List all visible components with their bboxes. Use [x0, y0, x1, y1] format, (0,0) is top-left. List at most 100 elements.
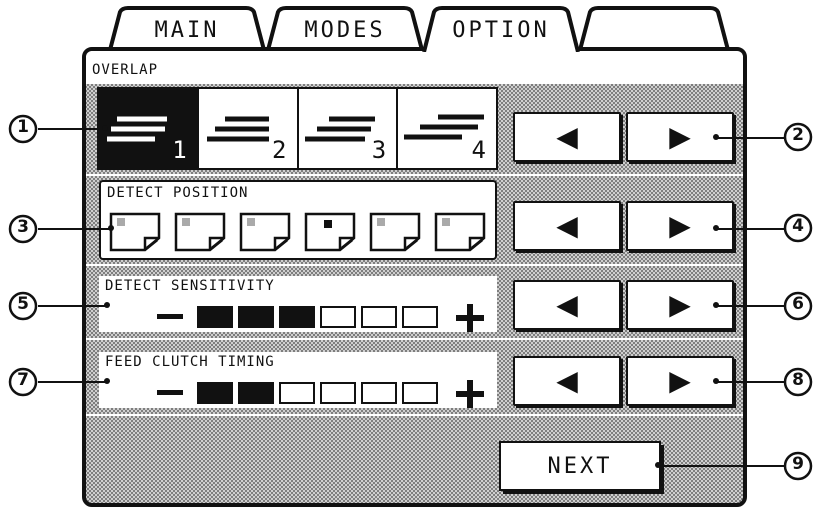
overlap-option-2[interactable]: 2: [198, 89, 299, 168]
detect-position-title: DETECT POSITION: [107, 185, 249, 201]
feed-clutch-timing-left-button[interactable]: ◀: [513, 356, 623, 408]
callout-2: 2: [783, 122, 813, 152]
left-arrow-icon: ◀: [556, 288, 578, 321]
overlap-header: [86, 51, 743, 84]
detect-sensitivity-title: DETECT SENSITIVITY: [105, 278, 275, 294]
plus-icon: [456, 380, 484, 408]
callout-leader-dot: [104, 378, 110, 384]
level-segment: [402, 306, 438, 328]
callout-leader: [38, 128, 106, 130]
callout-number: 4: [792, 216, 804, 236]
callout-leader-dot: [713, 134, 719, 140]
level-segment: [361, 382, 397, 404]
callout-leader-dot: [108, 225, 114, 231]
callout-9: 9: [783, 451, 813, 481]
overlap-option-number: 1: [172, 136, 187, 164]
detect-position-group: DETECT POSITION: [99, 180, 497, 260]
detect-position-option-4[interactable]: [304, 212, 356, 252]
level-segment: [197, 382, 233, 404]
tab-option[interactable]: OPTION: [420, 6, 582, 52]
page-corner-icon: [434, 212, 486, 252]
tab-option-label: OPTION: [452, 18, 550, 43]
detect-position-option-3[interactable]: [239, 212, 291, 252]
detect-position-option-6[interactable]: [434, 212, 486, 252]
level-segment: [279, 382, 315, 404]
callout-number: 2: [792, 125, 804, 145]
callout-leader-dot: [713, 378, 719, 384]
callout-3: 3: [8, 214, 38, 244]
plus-icon: [456, 304, 484, 332]
detect-position-option-1[interactable]: [109, 212, 161, 252]
callout-1: 1: [8, 114, 38, 144]
callout-leader-dot: [102, 125, 108, 131]
callout-number: 7: [17, 370, 29, 390]
tab-modes-label: MODES: [304, 18, 386, 43]
callout-leader: [716, 137, 784, 139]
callout-number: 1: [17, 117, 29, 137]
tab-main[interactable]: MAIN: [106, 6, 268, 50]
callout-leader-dot: [713, 302, 719, 308]
page-corner-icon: [304, 212, 356, 252]
callout-leader: [658, 465, 784, 467]
detect-position-option-2[interactable]: [174, 212, 226, 252]
detect-position-left-button[interactable]: ◀: [513, 201, 623, 253]
detect-sensitivity-group: DETECT SENSITIVITY: [99, 276, 497, 332]
separator: [86, 414, 743, 416]
level-segment: [320, 382, 356, 404]
next-button-label: NEXT: [547, 454, 613, 479]
tab-modes[interactable]: MODES: [264, 6, 426, 50]
overlap-option-number: 3: [371, 136, 387, 164]
minus-icon: [157, 314, 183, 319]
overlap-option-number: 4: [471, 136, 486, 164]
level-segment: [361, 306, 397, 328]
callout-leader-dot: [655, 462, 661, 468]
minus-icon: [157, 390, 183, 395]
callout-leader-dot: [104, 302, 110, 308]
detect-position-option-5[interactable]: [369, 212, 421, 252]
callout-number: 8: [792, 370, 804, 390]
separator: [86, 264, 743, 266]
callout-leader: [716, 305, 784, 307]
page-corner-icon: [109, 212, 161, 252]
page-corner-icon: [369, 212, 421, 252]
callout-leader: [38, 381, 108, 383]
level-segment: [197, 306, 233, 328]
callout-7: 7: [8, 367, 38, 397]
callout-leader: [716, 228, 784, 230]
callout-leader: [38, 228, 112, 230]
page-corner-icon: [174, 212, 226, 252]
separator: [86, 338, 743, 340]
callout-number: 5: [17, 294, 29, 314]
level-segment: [402, 382, 438, 404]
detect-sensitivity-left-button[interactable]: ◀: [513, 280, 623, 332]
overlap-option-3[interactable]: 3: [298, 89, 399, 168]
next-button[interactable]: NEXT: [499, 441, 664, 494]
callout-6: 6: [783, 291, 813, 321]
callout-number: 3: [17, 217, 29, 237]
left-arrow-icon: ◀: [556, 120, 578, 153]
overlap-option-4[interactable]: 4: [398, 89, 496, 168]
overlap-left-button[interactable]: ◀: [513, 112, 623, 164]
feed-clutch-timing-title: FEED CLUTCH TIMING: [105, 354, 275, 370]
callout-5: 5: [8, 291, 38, 321]
feed-clutch-timing-group: FEED CLUTCH TIMING: [99, 352, 497, 408]
overlap-title: OVERLAP: [92, 62, 159, 78]
page-corner-icon: [239, 212, 291, 252]
overlap-option-1[interactable]: 1: [99, 89, 199, 168]
level-segment: [238, 382, 274, 404]
callout-number: 9: [792, 454, 804, 474]
callout-number: 6: [792, 294, 804, 314]
tab-blank[interactable]: [576, 6, 738, 50]
left-arrow-icon: ◀: [556, 364, 578, 397]
left-arrow-icon: ◀: [556, 209, 578, 242]
tab-outline: [578, 6, 730, 50]
level-segment: [279, 306, 315, 328]
callout-leader: [38, 305, 108, 307]
separator: [86, 174, 743, 176]
callout-4: 4: [783, 213, 813, 243]
overlap-option-number: 2: [272, 136, 287, 164]
callout-8: 8: [783, 367, 813, 397]
level-segment: [238, 306, 274, 328]
callout-leader-dot: [713, 225, 719, 231]
tab-main-label: MAIN: [154, 18, 220, 43]
